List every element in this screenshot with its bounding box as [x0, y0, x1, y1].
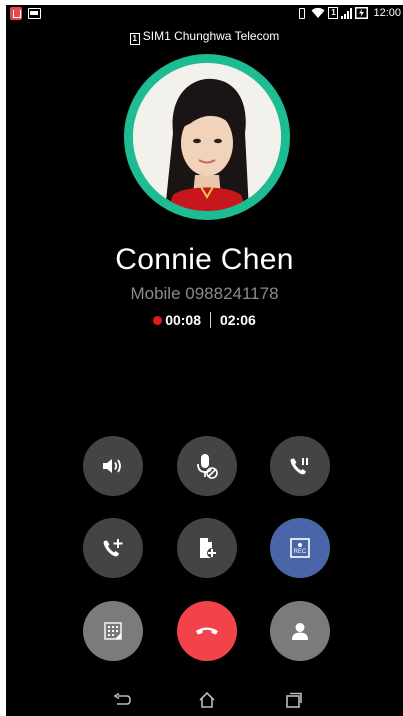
add-call-button[interactable]: [83, 518, 143, 578]
recording-timer: 00:08: [165, 312, 201, 328]
end-call-icon: [196, 627, 218, 635]
record-label: REC: [293, 549, 307, 555]
avatar: [133, 63, 281, 211]
signal-icon: [341, 7, 353, 19]
mute-button[interactable]: [177, 436, 237, 496]
status-bar: 1 12:00: [6, 5, 403, 25]
in-call-screen: 1 12:00 1 SIM1 Chunghwa Telecom Connie C…: [6, 5, 403, 716]
vibrate-icon: [299, 7, 306, 19]
recording-dot-icon: [153, 315, 163, 325]
home-button[interactable]: [195, 689, 219, 711]
contacts-button[interactable]: [270, 601, 330, 661]
sim-carrier: 1 SIM1 Chunghwa Telecom: [6, 29, 403, 45]
back-button[interactable]: [110, 689, 134, 711]
status-time: 12:00: [373, 7, 401, 19]
wifi-icon: [311, 7, 325, 18]
note-icon: [200, 538, 217, 558]
sim-label: SIM1 Chunghwa Telecom: [142, 29, 280, 43]
speaker-button[interactable]: [83, 436, 143, 496]
recents-icon: [286, 692, 302, 708]
contacts-icon: [292, 623, 308, 640]
end-call-button[interactable]: [177, 601, 237, 661]
image-notification-icon: [28, 8, 41, 19]
notification-icon: [10, 7, 22, 20]
battery-charging-icon: [355, 7, 369, 19]
caller-number: Mobile 0988241178: [130, 284, 279, 303]
contact-photo-icon: [133, 63, 281, 211]
call-timers: 00:08 02:06: [6, 312, 403, 328]
add-call-icon: [103, 539, 123, 557]
keypad-icon: [104, 622, 122, 640]
recents-button[interactable]: [282, 689, 306, 711]
home-icon: [199, 691, 215, 708]
hold-icon: [290, 458, 308, 475]
caller-name: Connie Chen: [115, 243, 294, 276]
mute-icon: [197, 454, 218, 479]
speaker-icon: [103, 459, 121, 473]
add-note-button[interactable]: [177, 518, 237, 578]
record-icon: [290, 538, 310, 558]
sim-icon: 1: [328, 7, 339, 19]
hold-button[interactable]: [270, 436, 330, 496]
keypad-button[interactable]: [83, 601, 143, 661]
back-icon: [113, 693, 131, 705]
timer-divider: [210, 312, 211, 328]
record-button[interactable]: REC: [270, 518, 330, 578]
navigation-bar: [6, 685, 403, 715]
avatar-ring: [124, 54, 290, 220]
sim-badge: 1: [129, 33, 140, 45]
call-duration: 02:06: [220, 312, 256, 328]
